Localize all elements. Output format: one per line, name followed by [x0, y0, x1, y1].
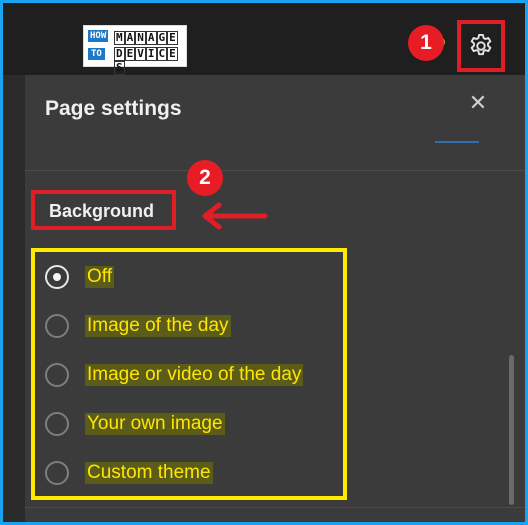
- option-label: Your own image: [85, 413, 225, 435]
- radio-button[interactable]: [45, 412, 69, 436]
- accent-line: [435, 141, 479, 143]
- gear-icon: [470, 33, 492, 56]
- step-badge-2: 2: [187, 160, 223, 196]
- option-label: Image or video of the day: [85, 364, 304, 386]
- radio-button[interactable]: [45, 363, 69, 387]
- radio-option-own-image[interactable]: Your own image: [45, 407, 225, 441]
- step-badge-1: 1: [408, 25, 444, 61]
- background-highlight: Background: [31, 190, 176, 230]
- settings-button[interactable]: [457, 20, 505, 72]
- option-label: Image of the day: [85, 315, 231, 337]
- radio-option-off[interactable]: Off: [45, 260, 114, 294]
- radio-button[interactable]: [45, 265, 69, 289]
- scrollbar[interactable]: [509, 355, 514, 505]
- radio-button[interactable]: [45, 314, 69, 338]
- page-settings-panel: Page settings ✕ Background Off Image of …: [25, 75, 525, 522]
- close-icon: ✕: [468, 90, 488, 115]
- background-options-highlight: Off Image of the day Image or video of t…: [31, 248, 347, 500]
- section-heading: Background: [49, 201, 155, 221]
- top-bar: HOW TO MANAGE D E V I C ES 1: [3, 3, 525, 75]
- arrow-icon: [202, 202, 268, 230]
- logo-devices: D E V I C ES: [114, 47, 178, 75]
- screenshot-frame: HOW TO MANAGE D E V I C ES 1 Page settings ✕: [0, 0, 528, 525]
- radio-option-custom-theme[interactable]: Custom theme: [45, 456, 213, 490]
- option-label: Custom theme: [85, 462, 213, 484]
- logo-to: TO: [88, 48, 105, 60]
- logo-manage: MANAGE: [114, 31, 178, 45]
- radio-option-image-of-the-day[interactable]: Image of the day: [45, 309, 231, 343]
- logo: HOW TO MANAGE D E V I C ES: [83, 25, 187, 75]
- divider: [25, 507, 525, 508]
- option-label: Off: [85, 266, 114, 288]
- divider: [25, 170, 525, 171]
- close-button[interactable]: ✕: [467, 92, 489, 114]
- page-title: Page settings: [45, 97, 182, 120]
- radio-option-image-or-video[interactable]: Image or video of the day: [45, 358, 304, 392]
- logo-how: HOW: [88, 30, 109, 42]
- radio-button[interactable]: [45, 461, 69, 485]
